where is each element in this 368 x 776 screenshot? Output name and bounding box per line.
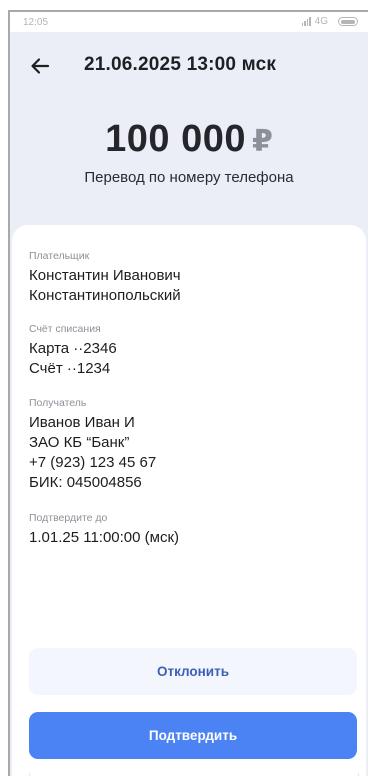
payer-section: Плательщик Константин Иванович Константи… [29, 250, 349, 306]
payer-name-line: Константин Иванович [29, 267, 181, 284]
account-number: Счёт ··1234 [29, 360, 111, 377]
recipient-phone: +7 (923) 123 45 67 [29, 454, 157, 471]
page-title: 21.06.2025 13:00 мск [84, 54, 277, 75]
payer-name-line: Константинопольский [29, 287, 181, 304]
details-card: Плательщик Константин Иванович Константи… [12, 225, 366, 776]
recipient-bik: БИК: 045004856 [29, 474, 142, 491]
battery-icon [338, 17, 358, 26]
top-bar: 21.06.2025 13:00 мск [10, 52, 368, 80]
confirm-button[interactable]: Подтвердить [29, 712, 357, 759]
recipient-label: Получатель [29, 397, 87, 409]
decline-button[interactable]: Отклонить [29, 648, 357, 695]
status-time: 12:05 [23, 17, 49, 28]
transfer-type: Перевод по номеру телефона [84, 169, 294, 186]
currency-sign: ₽ [252, 125, 273, 158]
back-arrow-icon[interactable] [28, 54, 52, 78]
debit-account-label: Счёт списания [29, 323, 101, 335]
signal-icon [301, 17, 311, 26]
amount-block: 100 000 ₽ Перевод по номеру телефона [10, 118, 368, 186]
deadline-label: Подтвердите до [29, 512, 108, 524]
payer-label: Плательщик [29, 250, 90, 262]
recipient-name: Иванов Иван И [29, 414, 135, 431]
card-number: Карта ··2346 [29, 340, 117, 357]
deadline-value: 1.01.25 11:00:00 (мск) [29, 529, 180, 546]
status-indicators: 4G [301, 16, 358, 27]
status-bar: 12:05 4G [10, 12, 368, 32]
recipient-section: Получатель Иванов Иван И ЗАО КБ “Банк” +… [29, 397, 349, 493]
recipient-bank: ЗАО КБ “Банк” [29, 434, 130, 451]
debit-account-section: Счёт списания Карта ··2346 Счёт ··1234 [29, 323, 349, 379]
network-type: 4G [314, 16, 328, 27]
deadline-section: Подтвердите до 1.01.25 11:00:00 (мск) [29, 512, 349, 548]
transfer-amount: 100 000 [105, 118, 246, 160]
phone-screen: 12:05 4G 21.06.2025 13:00 мск 100 000 ₽ П… [8, 10, 368, 776]
